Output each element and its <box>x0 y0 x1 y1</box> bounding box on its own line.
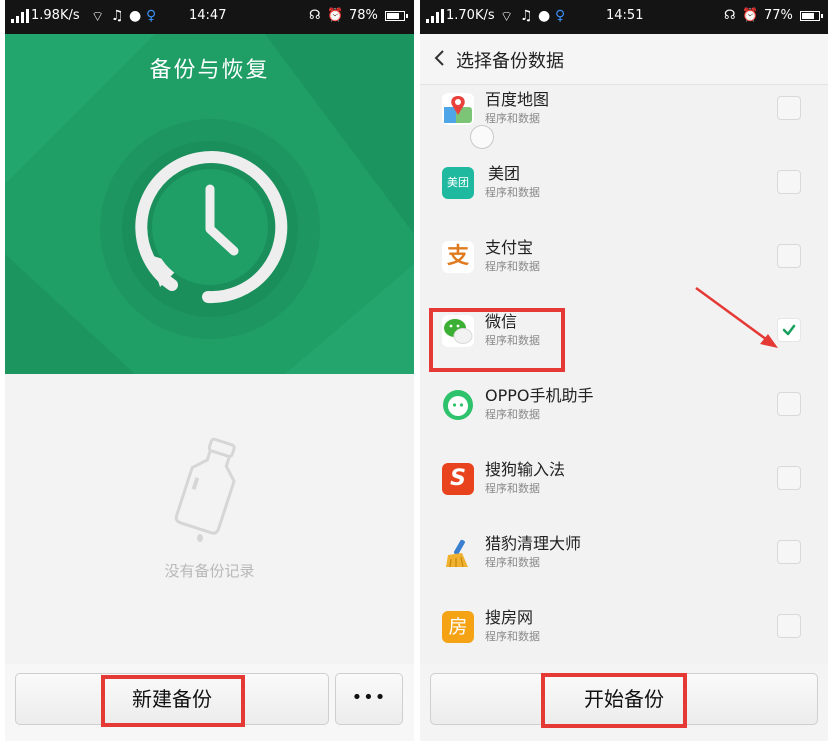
backup-records-area: 没有备份记录 <box>5 374 414 664</box>
app-subtitle: 程序和数据 <box>485 186 540 199</box>
back-chevron-icon[interactable] <box>428 46 452 70</box>
wifi-icon: ⌔ <box>500 9 514 25</box>
soufun-icon: 房 <box>442 611 474 643</box>
more-options-button[interactable]: ••• <box>335 673 403 725</box>
wechat-icon <box>442 315 474 347</box>
list-item-baidu-map[interactable]: 百度地图 程序和数据 <box>420 73 828 149</box>
app-checkbox[interactable] <box>777 170 801 194</box>
battery-icon <box>800 11 823 21</box>
select-backup-data-screen: 1.70K/s ⌔ ♫ ● ♀ 14:51 ☊ ⏰ 77% 选择备份数据 百度地… <box>420 0 828 741</box>
list-item-cleaner[interactable]: 猎豹清理大师 程序和数据 <box>420 517 828 591</box>
app-checkbox[interactable] <box>777 244 801 268</box>
status-bar: 1.98K/s ⌔ ♫ ● ♀ 14:47 ☊ ⏰ 78% <box>5 0 414 34</box>
list-item-meituan[interactable]: 美团 美团 程序和数据 <box>420 147 828 221</box>
app-name: 搜狗输入法 <box>485 460 566 479</box>
more-dots-icon: ••• <box>351 687 387 708</box>
music-icon: ♫ <box>111 8 124 24</box>
app-subtitle: 程序和数据 <box>485 630 540 643</box>
list-item-sogou[interactable]: S 搜狗输入法 程序和数据 <box>420 443 828 517</box>
alipay-icon: 支 <box>442 241 474 273</box>
list-item-oppo-assistant[interactable]: OPPO手机助手 程序和数据 <box>420 369 828 443</box>
app-subtitle: 程序和数据 <box>485 112 540 125</box>
app-subtitle: 程序和数据 <box>485 334 540 347</box>
app-name: 微信 <box>485 312 518 331</box>
page-title: 选择备份数据 <box>456 51 564 72</box>
music-icon: ♫ <box>520 8 533 24</box>
battery-percent: 78% <box>349 8 378 23</box>
headset-icon: ☊ <box>309 8 321 23</box>
list-item-soufun[interactable]: 房 搜房网 程序和数据 <box>420 591 828 665</box>
app-name: 百度地图 <box>485 90 550 109</box>
page-title: 备份与恢复 <box>149 58 270 83</box>
baidu-paw-icon: ● <box>538 8 551 24</box>
headset-icon: ☊ <box>724 8 736 23</box>
clock-time: 14:47 <box>189 8 227 23</box>
qq-icon: ♀ <box>555 8 566 24</box>
alarm-icon: ⏰ <box>742 8 759 23</box>
app-checkbox[interactable] <box>777 466 801 490</box>
backup-restore-screen: 1.98K/s ⌔ ♫ ● ♀ 14:47 ☊ ⏰ 78% 备份与恢复 没有备份… <box>5 0 414 741</box>
app-checkbox[interactable] <box>777 614 801 638</box>
start-backup-button[interactable]: 开始备份 <box>430 673 818 725</box>
app-name: 猎豹清理大师 <box>485 534 582 553</box>
start-backup-label: 开始备份 <box>584 687 664 711</box>
empty-state-text: 没有备份记录 <box>164 562 255 580</box>
new-backup-label: 新建备份 <box>132 687 212 711</box>
cleaner-broom-icon <box>446 539 468 568</box>
app-subtitle: 程序和数据 <box>485 260 540 273</box>
empty-bottle-icon <box>174 437 236 542</box>
new-backup-button[interactable]: 新建备份 <box>15 673 329 725</box>
app-name: 支付宝 <box>485 238 534 257</box>
signal-icon <box>11 9 29 23</box>
bottom-action-bar: 新建备份 ••• <box>5 664 414 741</box>
clock-time: 14:51 <box>606 8 644 23</box>
app-name: 美团 <box>488 164 521 183</box>
wifi-icon: ⌔ <box>91 9 105 25</box>
meituan-icon: 美团 <box>442 167 474 199</box>
app-checkbox[interactable] <box>777 96 801 120</box>
backup-clock-icon <box>135 151 288 304</box>
app-list: 百度地图 程序和数据 美团 美团 程序和数据 支 支付宝 程序和数据 微信 程序… <box>420 85 828 663</box>
network-speed: 1.98K/s <box>31 8 80 23</box>
oppo-assistant-icon <box>443 390 473 420</box>
touch-indicator-icon <box>470 125 494 149</box>
app-subtitle: 程序和数据 <box>485 556 540 569</box>
red-arrow-icon <box>695 286 778 348</box>
signal-icon <box>426 9 444 23</box>
alarm-icon: ⏰ <box>327 8 344 23</box>
app-name: OPPO手机助手 <box>485 386 594 405</box>
bottom-action-bar: 开始备份 <box>420 664 828 741</box>
app-name: 搜房网 <box>485 608 534 627</box>
app-checkbox[interactable] <box>777 540 801 564</box>
network-speed: 1.70K/s <box>446 8 495 23</box>
battery-icon <box>385 11 408 21</box>
hero-banner: 备份与恢复 <box>5 34 414 374</box>
sogou-input-icon: S <box>442 463 474 495</box>
battery-percent: 77% <box>764 8 793 23</box>
app-subtitle: 程序和数据 <box>485 408 540 421</box>
app-checkbox[interactable] <box>777 392 801 416</box>
qq-icon: ♀ <box>146 8 157 24</box>
baidu-paw-icon: ● <box>129 8 142 24</box>
app-subtitle: 程序和数据 <box>485 482 540 495</box>
status-bar: 1.70K/s ⌔ ♫ ● ♀ 14:51 ☊ ⏰ 77% <box>420 0 828 34</box>
baidu-map-icon <box>442 93 474 125</box>
